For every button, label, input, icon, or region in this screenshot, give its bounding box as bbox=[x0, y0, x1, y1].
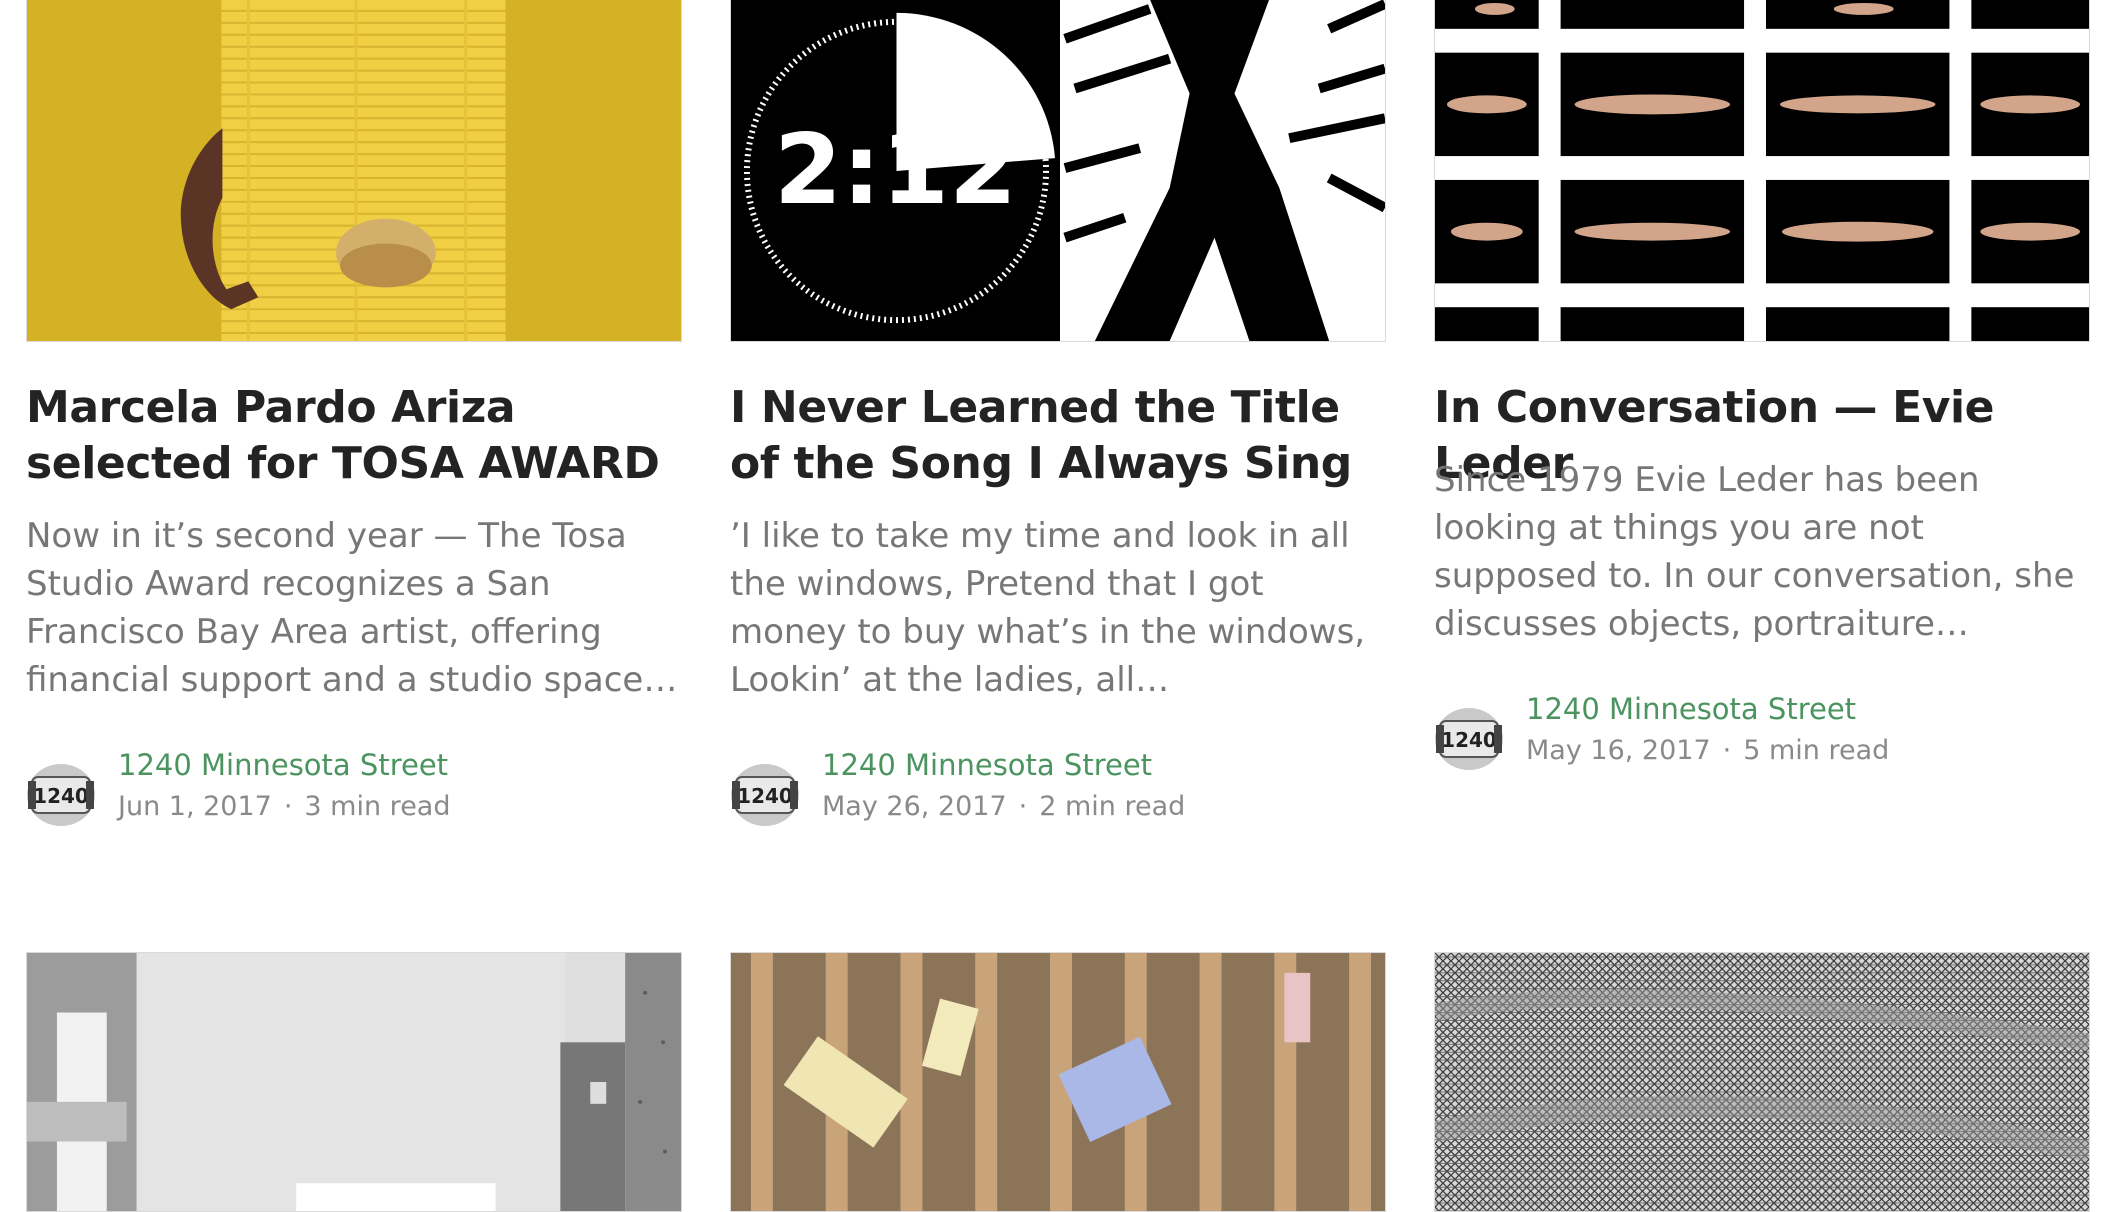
post-thumbnail[interactable]: 2:12 bbox=[730, 0, 1386, 342]
post-title[interactable]: Marcela Pardo Ariza selected for TOSA AW… bbox=[26, 380, 682, 492]
post-excerpt[interactable]: ’I like to take my time and look in all … bbox=[730, 512, 1390, 704]
post-date: Jun 1, 2017 bbox=[118, 791, 272, 822]
post-read-time: 3 min read bbox=[304, 791, 451, 822]
figure-grid-artwork-image bbox=[1435, 0, 2089, 341]
post-date: May 26, 2017 bbox=[822, 791, 1007, 822]
post-title[interactable]: I Never Learned the Title of the Song I … bbox=[730, 380, 1386, 492]
post-read-time: 2 min read bbox=[1039, 791, 1186, 822]
post-meta: May 16, 2017 · 5 min read bbox=[1526, 731, 1889, 771]
crosshatch-drawing-image bbox=[1435, 953, 2089, 1211]
meta-separator: · bbox=[283, 791, 293, 822]
post-thumbnail[interactable] bbox=[26, 0, 682, 342]
author-avatar[interactable]: 1240 bbox=[1434, 707, 1504, 771]
post-thumbnail[interactable] bbox=[730, 952, 1386, 1212]
post-thumbnail[interactable] bbox=[1434, 0, 2090, 342]
wall-studs-installation-image bbox=[731, 953, 1385, 1211]
post-excerpt[interactable]: Now in it’s second year — The Tosa Studi… bbox=[26, 512, 686, 704]
author-name-link[interactable]: 1240 Minnesota Street bbox=[1526, 689, 1856, 729]
post-meta: Jun 1, 2017 · 3 min read bbox=[118, 787, 450, 827]
clock-time-label: 2:12 bbox=[774, 113, 1017, 227]
clock-dancer-artwork-image: 2:12 bbox=[731, 0, 1385, 341]
post-read-time: 5 min read bbox=[1743, 735, 1890, 766]
avatar-label: 1240 bbox=[33, 784, 89, 808]
gallery-room-image bbox=[27, 953, 681, 1211]
post-excerpt[interactable]: Since 1979 Evie Leder has been looking a… bbox=[1434, 456, 2094, 648]
author-name-link[interactable]: 1240 Minnesota Street bbox=[822, 745, 1152, 785]
post-author-block: 1240 1240 Minnesota Street Jun 1, 2017 · 3… bbox=[26, 745, 682, 829]
post-thumbnail[interactable] bbox=[26, 952, 682, 1212]
avatar-label: 1240 bbox=[737, 784, 793, 808]
author-avatar[interactable]: 1240 bbox=[26, 763, 96, 827]
avatar-label: 1240 bbox=[1441, 728, 1497, 752]
author-name-link[interactable]: 1240 Minnesota Street bbox=[118, 745, 448, 785]
post-date: May 16, 2017 bbox=[1526, 735, 1711, 766]
post-meta: May 26, 2017 · 2 min read bbox=[822, 787, 1185, 827]
post-author-block: 1240 1240 Minnesota Street May 26, 2017 ·… bbox=[730, 745, 1386, 829]
meta-separator: · bbox=[1018, 791, 1028, 822]
post-author-block: 1240 1240 Minnesota Street May 16, 2017 ·… bbox=[1434, 689, 2090, 773]
post-thumbnail[interactable] bbox=[1434, 952, 2090, 1212]
author-avatar[interactable]: 1240 bbox=[730, 763, 800, 827]
meta-separator: · bbox=[1722, 735, 1732, 766]
yellow-blind-artwork-image bbox=[27, 0, 681, 341]
